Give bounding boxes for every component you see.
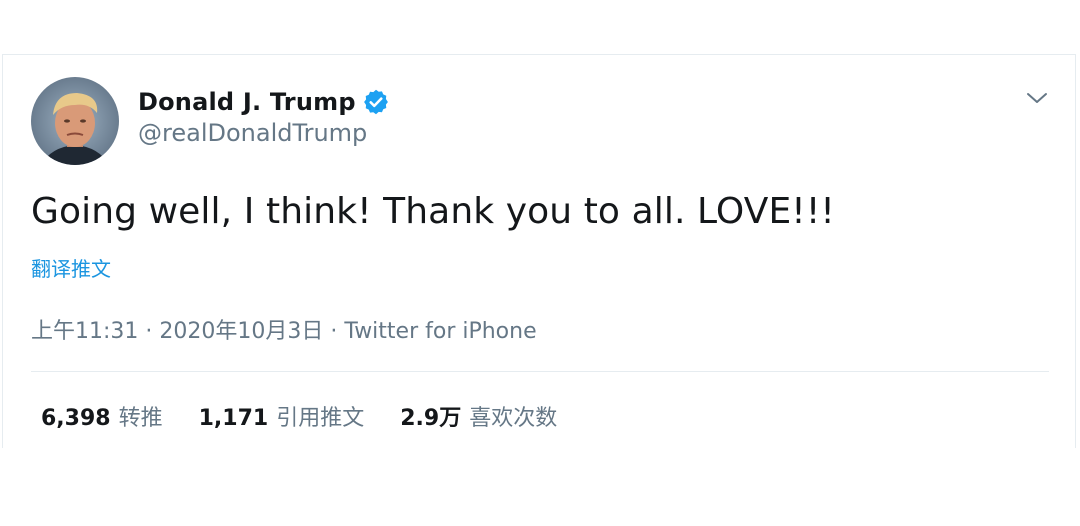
likes-stat[interactable]: 2.9万 喜欢次数 [400,400,557,432]
retweets-count: 6,398 [41,406,111,431]
tweet-card: Donald J. Trump @realDonaldTrump Going w… [2,54,1076,448]
tweet-timestamp: 上午11:31 · 2020年10月3日 · Twitter for iPhon… [31,313,537,345]
tweet-stats: 6,398 转推 1,171 引用推文 2.9万 喜欢次数 [41,400,593,432]
verified-badge-icon [362,88,390,116]
retweets-stat[interactable]: 6,398 转推 [41,400,163,432]
tweet-source[interactable]: Twitter for iPhone [344,319,536,344]
likes-count: 2.9万 [400,406,462,431]
author-block: Donald J. Trump @realDonaldTrump [138,85,390,147]
likes-label: 喜欢次数 [469,406,558,431]
retweets-label: 转推 [118,406,163,431]
quotes-count: 1,171 [198,406,269,431]
divider [31,371,1049,372]
display-name[interactable]: Donald J. Trump [138,88,356,116]
chevron-down-icon [1027,93,1047,103]
tweet-text: Going well, I think! Thank you to all. L… [31,191,835,232]
quotes-label: 引用推文 [276,406,365,431]
avatar-image [31,77,119,165]
quotes-stat[interactable]: 1,171 引用推文 [199,400,365,432]
tweet-menu-button[interactable] [1023,87,1051,109]
tweet-date[interactable]: 2020年10月3日 [159,319,323,344]
author-name-row[interactable]: Donald J. Trump [138,85,390,119]
tweet-time[interactable]: 上午11:31 [31,319,138,344]
timestamp-separator: · [145,319,153,344]
translate-tweet-link[interactable]: 翻译推文 [31,253,111,282]
timestamp-separator: · [330,319,338,344]
avatar[interactable] [31,77,119,165]
author-handle[interactable]: @realDonaldTrump [138,119,390,147]
